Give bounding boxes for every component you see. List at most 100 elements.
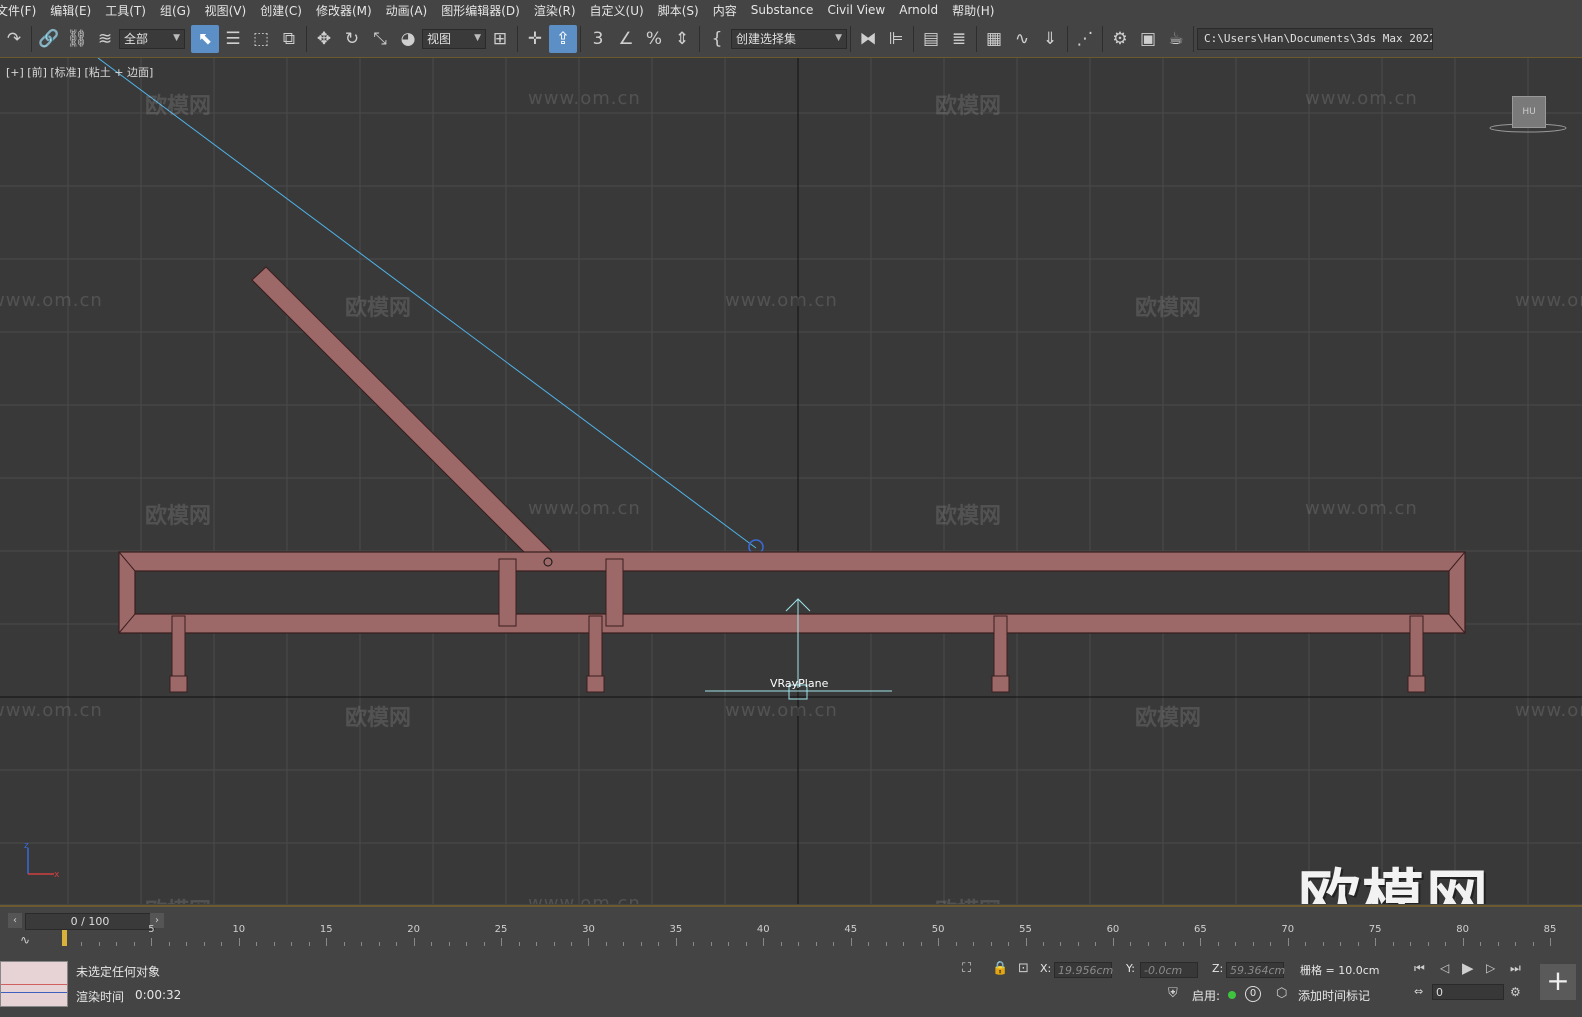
viewport-label[interactable]: [+] [前] [标准] [粘土 + 边面]: [6, 64, 153, 80]
rendered-frame-window-icon[interactable]: ▣: [1134, 25, 1162, 53]
maxscript-listener-thumbnail[interactable]: [0, 961, 68, 1007]
layer-explorer-icon[interactable]: ≣: [945, 25, 973, 53]
selection-filter-dropdown[interactable]: 全部 ▼: [119, 28, 185, 49]
current-frame-marker[interactable]: [62, 930, 67, 946]
menu-item[interactable]: Civil View: [827, 3, 899, 17]
reference-coord-dropdown[interactable]: 视图 ▼: [422, 28, 486, 49]
prev-frame-arrow-icon[interactable]: ‹: [8, 913, 22, 928]
place-icon[interactable]: ◕: [394, 25, 422, 53]
menu-item[interactable]: Arnold: [899, 3, 952, 17]
render-production-icon[interactable]: ☕: [1162, 25, 1190, 53]
window-crossing-icon[interactable]: ⧉: [275, 25, 303, 53]
align-icon[interactable]: ⊫: [882, 25, 910, 53]
render-setup-icon[interactable]: ⚙: [1106, 25, 1134, 53]
key-mode-icon[interactable]: ⇔: [1414, 985, 1423, 998]
go-to-start-icon[interactable]: ⏮: [1414, 961, 1425, 976]
ruler-tick: [291, 942, 293, 946]
scale-icon[interactable]: ⤡: [366, 25, 394, 53]
chair-leg[interactable]: [171, 615, 186, 677]
toggle-ribbon-icon[interactable]: ▦: [980, 25, 1008, 53]
go-to-end-icon[interactable]: ⏭: [1510, 961, 1521, 976]
ruler-tick: [343, 942, 345, 946]
menu-item[interactable]: 组(G): [160, 2, 205, 19]
chair-foot[interactable]: [169, 675, 188, 693]
play-icon[interactable]: ▶: [1462, 959, 1474, 977]
bind-spacewarp-icon[interactable]: ≋: [91, 25, 119, 53]
absolute-mode-icon[interactable]: ⊡: [1018, 961, 1029, 976]
menu-item[interactable]: 渲染(R): [534, 2, 590, 19]
mirror-icon[interactable]: ⧓: [854, 25, 882, 53]
time-tag-icon[interactable]: ⬡: [1276, 986, 1287, 1001]
named-selection-dropdown[interactable]: 创建选择集 ▼: [731, 28, 847, 49]
menu-item[interactable]: 内容: [713, 2, 751, 19]
current-frame-field[interactable]: 0: [1432, 984, 1504, 1000]
selection-lock-icon[interactable]: 🔒: [992, 961, 1008, 976]
next-frame-icon[interactable]: ▷: [1486, 961, 1495, 975]
select-object-icon[interactable]: ⬉: [191, 24, 219, 53]
time-slider[interactable]: 0 / 100: [25, 913, 155, 930]
menu-item[interactable]: 工具(T): [105, 2, 160, 19]
menu-item[interactable]: 动画(A): [386, 2, 442, 19]
angle-snap-icon[interactable]: ∠: [612, 25, 640, 53]
redo-icon[interactable]: ↷: [0, 25, 28, 53]
edit-named-selection-icon[interactable]: {: [703, 25, 731, 53]
chair-foot[interactable]: [1407, 675, 1426, 693]
move-icon[interactable]: ✥: [310, 25, 338, 53]
ruler-tick: [203, 942, 205, 946]
keyboard-shortcut-override-icon[interactable]: ⇪: [549, 24, 577, 53]
curve-editor-icon[interactable]: ∿: [1008, 25, 1036, 53]
select-by-name-icon[interactable]: ☰: [219, 25, 247, 53]
ruler-tick: [151, 938, 153, 946]
viewcube[interactable]: HU: [1512, 96, 1546, 128]
menu-item[interactable]: 编辑(E): [50, 2, 105, 19]
timeline-ruler[interactable]: 5 10 15 20 25 30 35 40 45 50 55 60 65 70 75 80 85: [60, 924, 1570, 952]
chair-leg[interactable]: [1409, 615, 1424, 677]
rectangle-selection-icon[interactable]: ⬚: [247, 25, 275, 53]
y-coord-field[interactable]: -0.0cm: [1140, 962, 1198, 978]
rotate-icon[interactable]: ↻: [338, 25, 366, 53]
menu-item[interactable]: 修改器(M): [316, 2, 386, 19]
menu-item[interactable]: 脚本(S): [658, 2, 713, 19]
menu-item[interactable]: 图形编辑器(D): [441, 2, 534, 19]
ruler-tick: [588, 938, 590, 946]
snap-toggle-icon[interactable]: 3: [584, 25, 612, 53]
frame-post[interactable]: [498, 558, 517, 627]
project-path-field[interactable]: C:\Users\Han\Documents\3ds Max 2022: [1197, 27, 1433, 50]
select-manipulate-icon[interactable]: ✛: [521, 25, 549, 53]
schematic-view-icon[interactable]: ⋰: [1071, 25, 1099, 53]
scene-explorer-icon[interactable]: ▤: [917, 25, 945, 53]
menu-item[interactable]: 自定义(U): [590, 2, 658, 19]
z-coord-field[interactable]: 59.364cm: [1226, 962, 1285, 978]
chair-foot[interactable]: [991, 675, 1010, 693]
frame-post[interactable]: [605, 558, 624, 627]
viewport-canvas[interactable]: z x: [0, 58, 1582, 904]
link-icon[interactable]: 🔗: [35, 25, 63, 53]
percent-snap-icon[interactable]: %: [640, 25, 668, 53]
chair-leg[interactable]: [588, 615, 603, 677]
menu-item[interactable]: Substance: [751, 3, 828, 17]
time-config-icon[interactable]: ⚙: [1510, 985, 1521, 999]
enable-count-badge[interactable]: 0: [1245, 986, 1261, 1002]
hinge-pivot[interactable]: [543, 557, 553, 567]
pivot-center-icon[interactable]: ⊞: [486, 25, 514, 53]
ruler-tick: [1077, 942, 1079, 946]
ruler-tick: [920, 942, 922, 946]
x-coord-field[interactable]: 19.956cm: [1054, 962, 1113, 978]
add-time-tag-button[interactable]: 添加时间标记: [1298, 987, 1370, 1004]
mini-curve-editor-icon[interactable]: ∿: [20, 933, 30, 947]
menu-item[interactable]: 视图(V): [205, 2, 261, 19]
timeline: ‹ 0 / 100 › ∿ 5 10 15 20 25 30 35 40 45 50 55 60 65 7…: [0, 905, 1582, 959]
menu-item[interactable]: 文件(F): [0, 2, 50, 19]
isolate-selection-icon[interactable]: ⛶: [962, 961, 971, 976]
previous-frame-icon[interactable]: ◁: [1440, 961, 1449, 975]
shield-icon[interactable]: ⛨: [1168, 986, 1178, 1001]
menu-item[interactable]: 帮助(H): [952, 2, 1008, 19]
menu-item[interactable]: 创建(C): [260, 2, 316, 19]
spinner-snap-icon[interactable]: ⇕: [668, 25, 696, 53]
front-viewport[interactable]: z x [+] [前] [标准] [粘土 + 边面] HU VRayPlane …: [0, 58, 1582, 904]
chair-foot[interactable]: [586, 675, 605, 693]
chair-leg[interactable]: [993, 615, 1008, 677]
viewport-navigation-plus-icon[interactable]: +: [1540, 964, 1576, 1000]
unlink-icon[interactable]: ⛓: [63, 25, 91, 53]
dope-sheet-icon[interactable]: ⇓: [1036, 25, 1064, 53]
